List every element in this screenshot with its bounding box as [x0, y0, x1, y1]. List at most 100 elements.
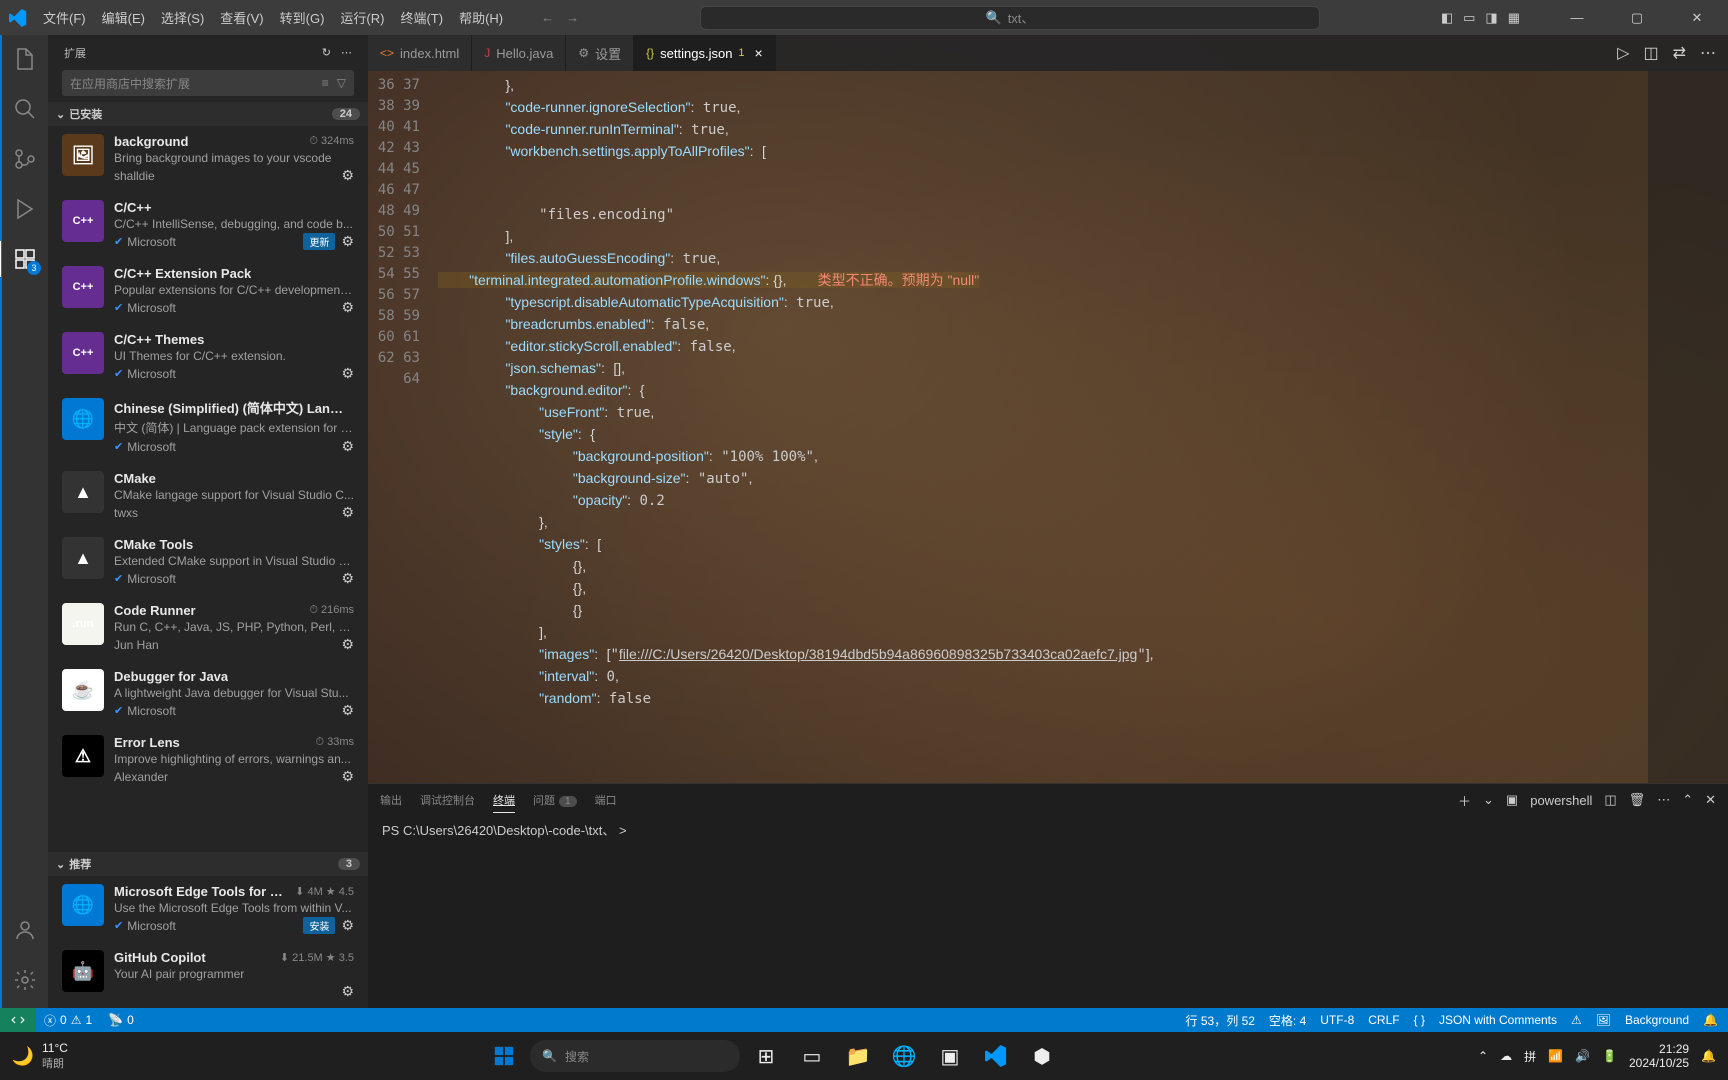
extension-item[interactable]: ☕ Debugger for Java A lightweight Java d… [48, 661, 368, 727]
notifications-icon[interactable]: 🔔 [1701, 1049, 1716, 1063]
gear-icon[interactable]: ⚙ [341, 504, 354, 521]
more-icon[interactable]: ⋯ [1700, 43, 1716, 63]
menu-item[interactable]: 编辑(E) [94, 8, 153, 27]
panel-tab-debug[interactable]: 调试控制台 [420, 788, 475, 812]
tray-battery-icon[interactable]: 🔋 [1602, 1049, 1617, 1063]
panel-tab-output[interactable]: 输出 [380, 788, 402, 812]
close-panel-icon[interactable]: ✕ [1705, 792, 1716, 808]
install-button[interactable]: 安装 [303, 917, 335, 934]
weather-widget[interactable]: 🌙 11°C 晴朗 [12, 1041, 68, 1071]
nav-forward-icon[interactable]: → [566, 10, 579, 25]
task-view-icon[interactable]: ⊞ [746, 1036, 786, 1076]
split-icon[interactable]: ◫ [1643, 43, 1658, 63]
extension-item[interactable]: C++ C/C++ Themes UI Themes for C/C++ ext… [48, 324, 368, 390]
tray-cloud-icon[interactable]: ☁ [1500, 1049, 1512, 1063]
gear-icon[interactable]: ⚙ [341, 702, 354, 719]
status-spaces[interactable]: 空格: 4 [1269, 1012, 1306, 1029]
menu-item[interactable]: 文件(F) [35, 8, 94, 27]
gear-icon[interactable]: ⚙ [341, 570, 354, 587]
close-icon[interactable]: × [755, 45, 763, 61]
activity-settings-icon[interactable] [11, 966, 39, 994]
gear-icon[interactable]: ⚙ [341, 983, 354, 1000]
activity-scm-icon[interactable] [11, 145, 39, 173]
window-minimize[interactable]: — [1554, 0, 1600, 35]
gear-icon[interactable]: ⚙ [341, 636, 354, 653]
activity-extensions-icon[interactable]: 3 [11, 245, 39, 273]
toggle-panel-left-icon[interactable]: ◧ [1441, 10, 1453, 26]
extension-item[interactable]: ▲ CMake CMake langage support for Visual… [48, 463, 368, 529]
recommended-section-header[interactable]: ⌄推荐 3 [48, 852, 368, 876]
menu-item[interactable]: 转到(G) [272, 8, 333, 27]
terminal-prompt[interactable]: PS C:\Users\26420\Desktop\-code-\txt、 > [382, 823, 627, 838]
panel-tab-terminal[interactable]: 终端 [493, 788, 515, 813]
status-cursor[interactable]: 行 53，列 52 [1186, 1012, 1255, 1029]
tray-chevron-icon[interactable]: ⌃ [1478, 1049, 1488, 1063]
gear-icon[interactable]: ⚙ [341, 365, 354, 382]
activity-explorer-icon[interactable] [11, 45, 39, 73]
extension-item[interactable]: 🤖 GitHub Copilot ⬇ 21.5M ★ 3.5 Your AI p… [48, 942, 368, 1008]
gear-icon[interactable]: ⚙ [341, 233, 354, 250]
more-icon[interactable]: ⋯ [1657, 792, 1670, 808]
extension-item[interactable]: C++ C/C++ Extension Pack Popular extensi… [48, 258, 368, 324]
taskbar-search[interactable]: 🔍搜索 [530, 1040, 740, 1072]
refresh-icon[interactable]: ↻ [322, 46, 331, 59]
menu-item[interactable]: 运行(R) [332, 8, 392, 27]
terminal-shell-name[interactable]: powershell [1530, 793, 1592, 808]
menu-item[interactable]: 帮助(H) [451, 8, 511, 27]
panel-tab-ports[interactable]: 端口 [595, 788, 617, 812]
app-icon[interactable]: ▣ [930, 1036, 970, 1076]
gear-icon[interactable]: ⚙ [341, 167, 354, 184]
extension-item[interactable]: C++ C/C++ C/C++ IntelliSense, debugging,… [48, 192, 368, 258]
extension-item[interactable]: .run Code Runner ⏱ 216ms Run C, C++, Jav… [48, 595, 368, 661]
panel-tab-problems[interactable]: 问题1 [533, 788, 577, 812]
menu-item[interactable]: 终端(T) [392, 8, 451, 27]
clear-icon[interactable]: ≡ [322, 76, 329, 90]
extension-item[interactable]: ▲ CMake Tools Extended CMake support in … [48, 529, 368, 595]
tray-volume-icon[interactable]: 🔊 [1575, 1049, 1590, 1063]
status-eol[interactable]: CRLF [1368, 1013, 1399, 1027]
status-lang[interactable]: JSON with Comments [1439, 1013, 1557, 1027]
activity-search-icon[interactable] [11, 95, 39, 123]
edge-icon[interactable]: 🌐 [884, 1036, 924, 1076]
more-icon[interactable]: ⋯ [341, 46, 352, 59]
tray-ime-icon[interactable]: 拼 [1524, 1048, 1536, 1065]
extension-item[interactable]: 🌐 Chinese (Simplified) (简体中文) Languag...… [48, 390, 368, 463]
activity-account-icon[interactable] [11, 916, 39, 944]
gear-icon[interactable]: ⚙ [341, 299, 354, 316]
extension-item[interactable]: 🌐 Microsoft Edge Tools for VS ... ⬇ 4M ★… [48, 876, 368, 942]
gear-icon[interactable]: ⚙ [341, 768, 354, 785]
update-button[interactable]: 更新 [303, 233, 335, 250]
diff-icon[interactable]: ⇄ [1673, 43, 1686, 63]
extension-item[interactable]: 🖼 background ⏱ 324ms Bring background im… [48, 126, 368, 192]
customize-layout-icon[interactable]: ▦ [1508, 10, 1520, 26]
status-encoding[interactable]: UTF-8 [1320, 1013, 1354, 1027]
gear-icon[interactable]: ⚙ [341, 917, 354, 934]
command-center-search[interactable]: 🔍 txt、 [700, 6, 1320, 30]
menu-item[interactable]: 查看(V) [212, 8, 271, 27]
app-window-icon[interactable]: ▭ [792, 1036, 832, 1076]
extension-item[interactable]: ⚠ Error Lens ⏱ 33ms Improve highlighting… [48, 727, 368, 793]
nav-back-icon[interactable]: ← [541, 10, 554, 25]
status-background[interactable]: Background [1625, 1013, 1689, 1027]
taskbar-clock[interactable]: 21:29 2024/10/25 [1629, 1042, 1689, 1071]
editor-tab[interactable]: {}settings.json1× [634, 35, 776, 71]
toggle-panel-right-icon[interactable]: ◨ [1485, 10, 1497, 26]
kill-terminal-icon[interactable]: 🗑 [1629, 792, 1646, 808]
status-ports[interactable]: 📡0 [100, 1008, 142, 1032]
tray-wifi-icon[interactable]: 📶 [1548, 1049, 1563, 1063]
status-warning-icon[interactable]: ⚠ [1571, 1013, 1582, 1027]
maximize-panel-icon[interactable]: ⌃ [1682, 792, 1693, 808]
activity-debug-icon[interactable] [11, 195, 39, 223]
vscode-taskbar-icon[interactable] [976, 1036, 1016, 1076]
file-explorer-icon[interactable]: 📁 [838, 1036, 878, 1076]
window-close[interactable]: ✕ [1674, 0, 1720, 35]
editor-tab[interactable]: <>index.html [368, 35, 472, 71]
window-maximize[interactable]: ▢ [1614, 0, 1660, 35]
terminal-chevron-icon[interactable]: ⌄ [1483, 792, 1494, 808]
split-terminal-icon[interactable]: ◫ [1604, 792, 1616, 808]
start-button[interactable] [484, 1036, 524, 1076]
toggle-panel-bottom-icon[interactable]: ▭ [1463, 10, 1475, 26]
remote-indicator[interactable] [0, 1008, 36, 1032]
gear-icon[interactable]: ⚙ [341, 438, 354, 455]
new-terminal-icon[interactable]: ＋ [1458, 791, 1471, 810]
